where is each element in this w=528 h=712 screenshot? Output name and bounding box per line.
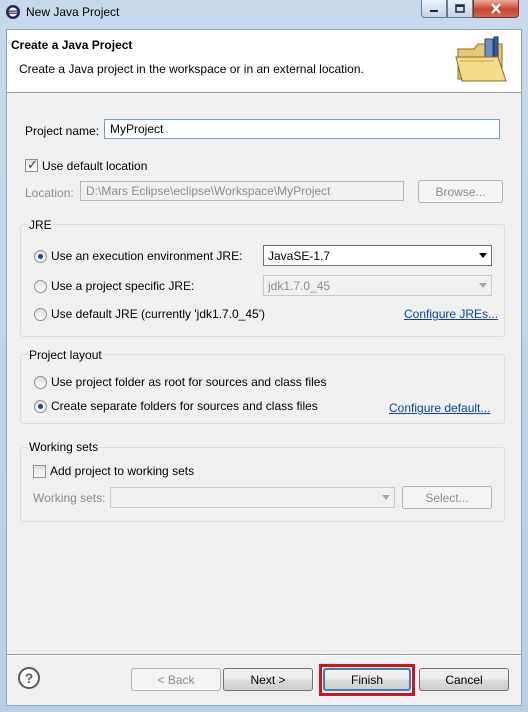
jre-env-label: Use an execution environment JRE: [51, 249, 243, 263]
jre-specific-radio[interactable] [34, 280, 47, 293]
minimize-button[interactable] [421, 0, 447, 18]
configure-default-link[interactable]: Configure default... [389, 401, 490, 415]
working-sets-select[interactable] [110, 487, 395, 508]
jre-default-radio[interactable] [34, 308, 47, 321]
maximize-button[interactable] [447, 0, 473, 18]
footer-separator [7, 654, 521, 656]
jre-env-value: JavaSE-1.7 [268, 249, 331, 263]
layout-root-radio[interactable] [34, 376, 47, 389]
help-symbol: ? [24, 670, 34, 686]
working-sets-label: Working sets: [33, 491, 106, 505]
layout-separate-label: Create separate folders for sources and … [51, 399, 318, 413]
chevron-down-icon [479, 253, 487, 258]
back-button[interactable]: < Back [131, 668, 221, 691]
wizard-banner: Create a Java Project Create a Java proj… [7, 30, 521, 93]
project-name-input[interactable] [104, 119, 500, 139]
folder-wizard-icon [455, 36, 507, 82]
title-bar[interactable]: New Java Project [0, 0, 528, 26]
jre-specific-value: jdk1.7.0_45 [268, 279, 331, 293]
use-default-location-label: Use default location [42, 159, 148, 173]
use-default-location-checkbox[interactable]: ✓ [25, 157, 38, 172]
help-icon[interactable]: ? [18, 667, 40, 689]
jre-specific-select[interactable]: jdk1.7.0_45 [263, 275, 492, 296]
radio-selected-dot [38, 404, 43, 409]
browse-button[interactable]: Browse... [418, 180, 503, 203]
minimize-icon [430, 9, 438, 12]
add-to-working-sets-label: Add project to working sets [50, 464, 195, 478]
finish-button[interactable]: Finish [323, 668, 411, 691]
configure-jres-link[interactable]: Configure JREs... [404, 307, 498, 321]
close-button[interactable] [473, 0, 519, 18]
banner-title: Create a Java Project [11, 38, 133, 52]
dialog-client: Create a Java Project Create a Java proj… [6, 29, 522, 706]
chevron-down-icon [479, 283, 487, 288]
project-name-label: Project name: [25, 124, 100, 138]
add-to-working-sets-checkbox[interactable] [33, 465, 46, 478]
layout-root-label: Use project folder as root for sources a… [51, 375, 327, 389]
working-sets-group [20, 447, 505, 522]
banner-description: Create a Java project in the workspace o… [19, 62, 364, 76]
project-layout-group-title: Project layout [28, 348, 103, 362]
select-working-sets-button[interactable]: Select... [402, 486, 492, 509]
location-input[interactable] [80, 181, 404, 201]
maximize-icon [455, 4, 465, 13]
next-button[interactable]: Next > [223, 668, 313, 691]
jre-env-radio[interactable] [34, 250, 47, 263]
location-label: Location: [25, 186, 74, 200]
eclipse-icon [6, 5, 20, 19]
chevron-down-icon [382, 495, 390, 500]
radio-selected-dot [38, 254, 43, 259]
layout-separate-radio[interactable] [34, 400, 47, 413]
checkmark-icon: ✓ [27, 157, 38, 172]
jre-group-title: JRE [28, 218, 53, 232]
jre-specific-label: Use a project specific JRE: [51, 279, 195, 293]
window-title: New Java Project [26, 5, 120, 19]
jre-env-select[interactable]: JavaSE-1.7 [263, 245, 492, 266]
new-java-project-window: New Java Project Create a Java Project C… [0, 0, 528, 712]
close-icon [491, 3, 501, 14]
working-sets-group-title: Working sets [28, 440, 100, 454]
jre-default-label: Use default JRE (currently 'jdk1.7.0_45'… [51, 307, 266, 321]
cancel-button[interactable]: Cancel [419, 668, 509, 691]
